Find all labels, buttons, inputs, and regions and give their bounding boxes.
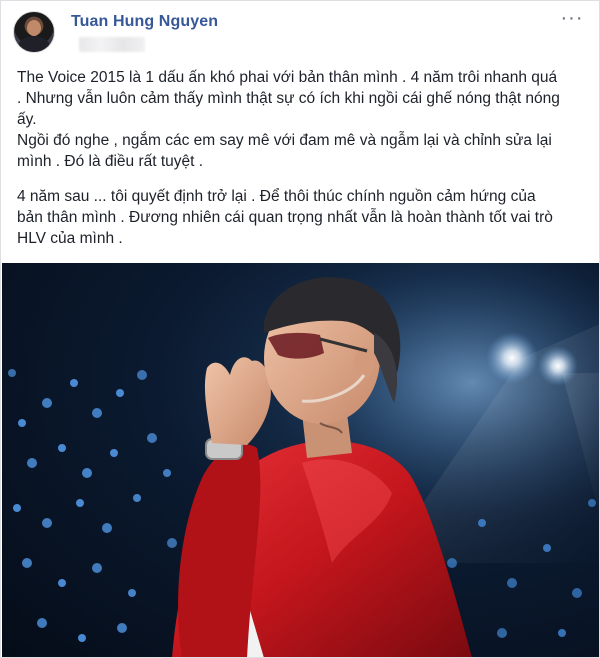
prayer-hands bbox=[204, 357, 271, 445]
post-text: The Voice 2015 là 1 dấu ấn khó phai với … bbox=[17, 67, 589, 263]
facebook-post: Tuan Hung Nguyen ··· The Voice 2015 là 1… bbox=[0, 0, 600, 658]
bokeh-lights bbox=[8, 369, 177, 642]
stage-photo-illustration bbox=[8, 263, 599, 657]
raised-arm bbox=[178, 444, 261, 657]
blurred-timestamp bbox=[79, 37, 145, 52]
avatar-face bbox=[27, 20, 41, 36]
author-name[interactable]: Tuan Hung Nguyen bbox=[71, 13, 218, 31]
avatar-shoulders bbox=[18, 36, 50, 52]
author-avatar[interactable] bbox=[13, 11, 55, 53]
spotlight bbox=[538, 346, 578, 386]
post-photo[interactable] bbox=[2, 263, 599, 657]
post-paragraph-2: 4 năm sau ... tôi quyết định trở lại . Đ… bbox=[17, 188, 553, 247]
ear bbox=[354, 347, 374, 379]
post-header: Tuan Hung Nguyen ··· bbox=[13, 8, 589, 57]
post-paragraph-1: The Voice 2015 là 1 dấu ấn khó phai với … bbox=[17, 69, 560, 170]
spotlight bbox=[486, 332, 538, 384]
more-horizontal-icon[interactable]: ··· bbox=[559, 8, 585, 31]
